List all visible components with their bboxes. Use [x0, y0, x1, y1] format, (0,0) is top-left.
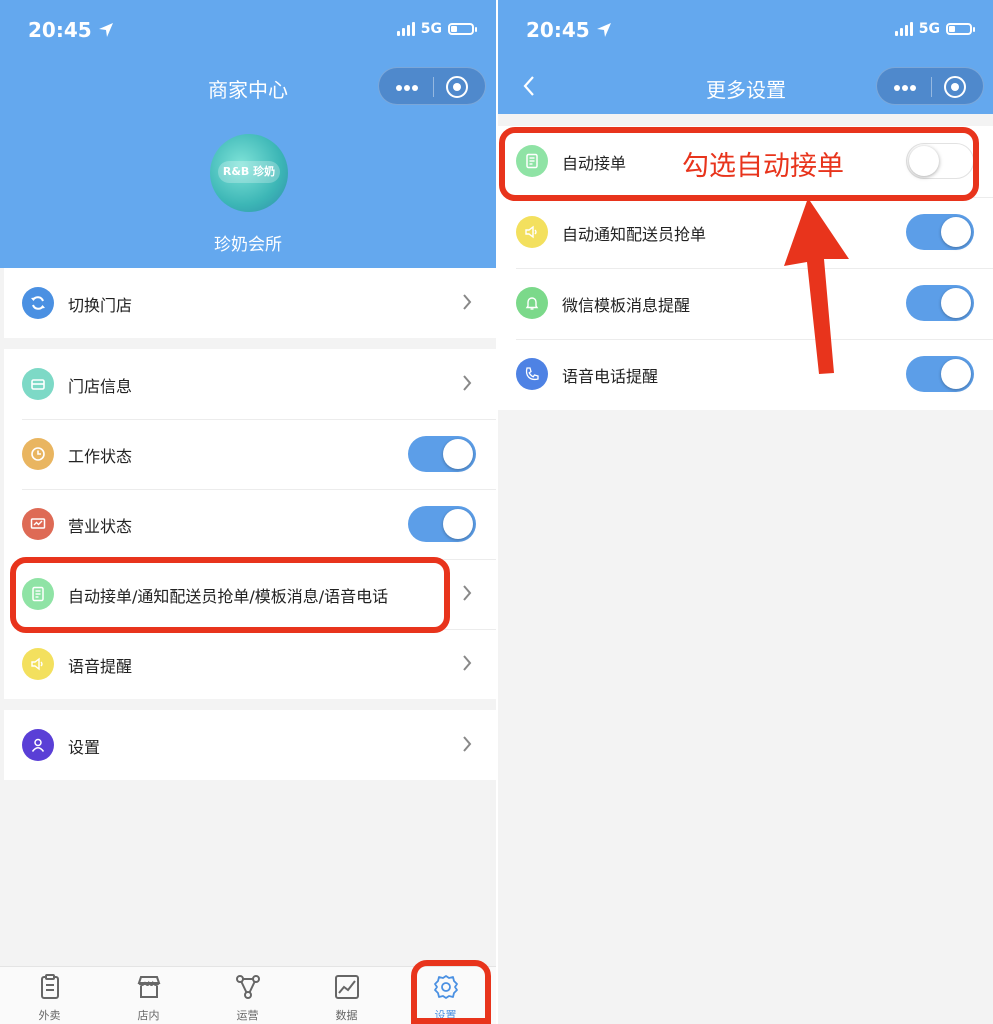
- menu-row-store-info[interactable]: 门店信息: [4, 349, 496, 419]
- tab-operations[interactable]: 运营: [198, 967, 297, 1024]
- menu-label: 门店信息: [68, 377, 133, 396]
- switch-store-label: 切换门店: [68, 296, 133, 315]
- user-icon: [22, 729, 54, 761]
- bell-icon: [516, 287, 548, 319]
- location-arrow-icon: [596, 23, 611, 37]
- storefront-icon: [137, 976, 161, 998]
- battery-icon: [448, 23, 477, 35]
- highlight-box-auto-order: [10, 557, 450, 633]
- voice-call-toggle[interactable]: [906, 356, 974, 392]
- signal-icon: [894, 22, 913, 36]
- clock-icon: [22, 438, 54, 470]
- close-target-icon[interactable]: [446, 76, 468, 98]
- wechat-template-toggle[interactable]: [906, 285, 974, 321]
- merchant-center-screen: 20:45 5G 商家中心 R&B 珍奶 珍奶会所 切换门店 门店信息 工作状态…: [0, 0, 496, 1024]
- tab-label: 运营: [236, 1009, 259, 1022]
- refresh-icon: [22, 287, 54, 319]
- miniprogram-capsule: [876, 67, 984, 105]
- setting-row-notify-courier: 自动通知配送员抢单: [498, 197, 993, 268]
- setting-row-wechat-template: 微信模板消息提醒: [498, 268, 993, 339]
- tab-data[interactable]: 数据: [297, 967, 396, 1024]
- store-settings-card: 门店信息 工作状态 营业状态 自动接单/通知配送员抢单/模板消息/语音电话 语音…: [4, 349, 496, 699]
- menu-row-work-status: 工作状态: [4, 419, 496, 489]
- switch-store-row[interactable]: 切换门店: [4, 268, 496, 338]
- miniprogram-capsule: [378, 67, 486, 105]
- battery-icon: [946, 23, 975, 35]
- setting-row-voice-call: 语音电话提醒: [498, 339, 993, 410]
- menu-row-voice-reminder[interactable]: 语音提醒: [4, 629, 496, 699]
- status-time: 20:45: [526, 18, 612, 42]
- header-bar: 20:45 5G 商家中心: [0, 0, 496, 114]
- highlight-box-settings-tab: [411, 960, 491, 1024]
- chart-icon: [335, 975, 359, 999]
- menu-row-business-status: 营业状态: [4, 489, 496, 559]
- store-name: 珍奶会所: [214, 235, 282, 255]
- chevron-right-icon: [463, 736, 472, 752]
- location-arrow-icon: [98, 23, 113, 37]
- status-time: 20:45: [28, 18, 114, 42]
- clipboard-icon: [41, 974, 59, 999]
- phone-icon: [516, 358, 548, 390]
- tab-instore[interactable]: 店内: [99, 967, 198, 1024]
- setting-label: 自动通知配送员抢单: [562, 225, 707, 244]
- brand-logo: R&B 珍奶: [218, 161, 280, 183]
- more-icon[interactable]: [894, 85, 916, 91]
- store-profile: R&B 珍奶 珍奶会所: [0, 114, 496, 268]
- chevron-right-icon: [463, 294, 472, 310]
- chevron-right-icon: [463, 655, 472, 671]
- chevron-right-icon: [463, 375, 472, 391]
- annotation-arrow-icon: [784, 198, 849, 374]
- tab-label: 数据: [335, 1009, 358, 1022]
- tab-label: 店内: [137, 1009, 160, 1022]
- more-icon[interactable]: [396, 85, 418, 91]
- settings-label: 设置: [68, 738, 101, 757]
- setting-label: 微信模板消息提醒: [562, 296, 691, 315]
- close-target-icon[interactable]: [944, 76, 966, 98]
- monitor-icon: [22, 508, 54, 540]
- network-type: 5G: [420, 21, 442, 37]
- menu-label: 语音提醒: [68, 657, 133, 676]
- notify-courier-toggle[interactable]: [906, 214, 974, 250]
- avatar[interactable]: R&B 珍奶: [210, 134, 288, 212]
- menu-row-settings[interactable]: 设置: [4, 710, 496, 780]
- tab-label: 外卖: [38, 1009, 61, 1022]
- network-type: 5G: [918, 21, 940, 37]
- setting-label: 语音电话提醒: [562, 367, 659, 386]
- chevron-right-icon: [463, 585, 472, 601]
- header-bar: 20:45 5G 更多设置: [498, 0, 993, 114]
- menu-label: 营业状态: [68, 517, 133, 536]
- business-status-toggle[interactable]: [408, 506, 476, 542]
- status-indicators: 5G: [396, 21, 477, 37]
- annotation-text: 勾选自动接单: [682, 151, 844, 182]
- work-status-toggle[interactable]: [408, 436, 476, 472]
- tab-takeout[interactable]: 外卖: [0, 967, 99, 1024]
- status-indicators: 5G: [894, 21, 975, 37]
- store-icon: [22, 368, 54, 400]
- menu-label: 工作状态: [68, 447, 133, 466]
- more-settings-screen: 20:45 5G 更多设置 自动接单 自动通知配送员抢单 微信模板消息提醒 语音…: [498, 0, 993, 1024]
- speaker-icon: [22, 648, 54, 680]
- settings-card: 设置: [4, 710, 496, 780]
- network-icon: [236, 975, 260, 999]
- speaker-icon: [516, 216, 548, 248]
- switch-store-card: 切换门店: [4, 268, 496, 338]
- signal-icon: [396, 22, 415, 36]
